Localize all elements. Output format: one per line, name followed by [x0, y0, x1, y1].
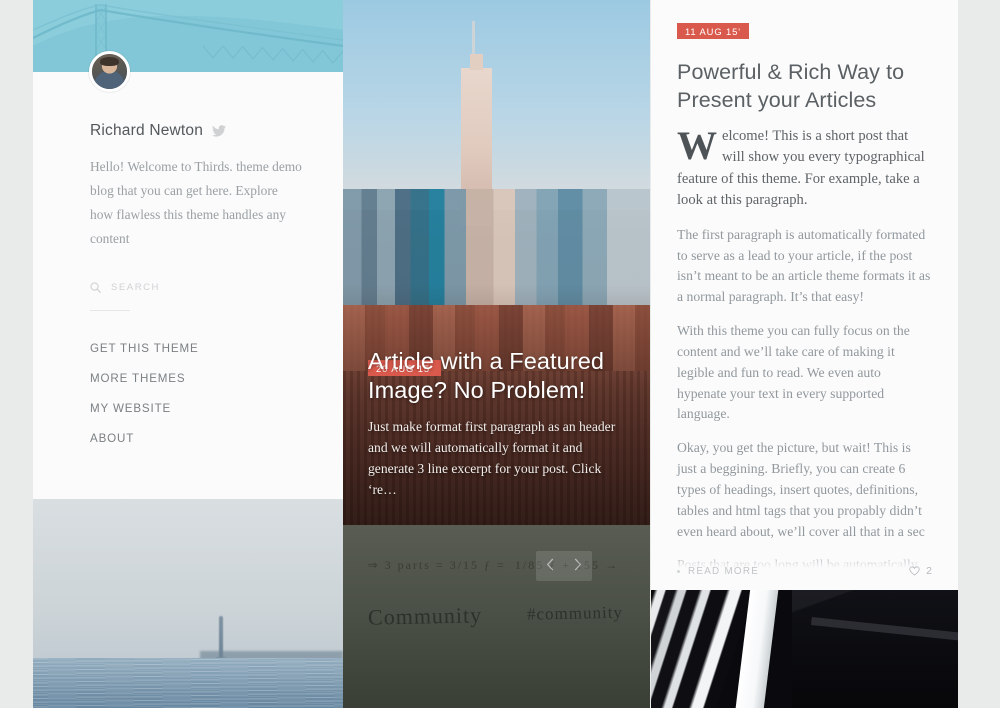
featured-post-card[interactable]: 20 AUG 15' Article with a Featured Image… [343, 0, 650, 525]
chevron-right-icon [574, 558, 582, 574]
article-card-footer: READ MORE 2 [651, 552, 958, 590]
like-group[interactable]: 2 [909, 565, 932, 577]
article-title[interactable]: Powerful & Rich Way to Present your Arti… [677, 59, 932, 114]
read-more-button[interactable]: READ MORE [677, 566, 759, 577]
sidebar-item-get-this-theme[interactable]: GET THIS THEME [90, 333, 343, 363]
photo-sky [33, 499, 343, 659]
chalkboard-photo[interactable]: ⇒ 3 parts = 3/15 ƒ = 1/85 ƒ + 155 → Comm… [343, 525, 650, 708]
profile-card: Richard Newton Hello! Welcome to Thirds.… [33, 51, 343, 500]
twitter-icon[interactable] [212, 125, 227, 137]
slider-next-button[interactable] [564, 551, 592, 581]
article-column: 11 AUG 15' Powerful & Rich Way to Presen… [651, 0, 958, 708]
sidebar-item-my-website[interactable]: MY WEBSITE [90, 393, 343, 423]
cover-photo [33, 0, 343, 72]
article-date-badge: 11 AUG 15' [677, 23, 749, 40]
bullet-icon [677, 569, 680, 573]
sidebar-item-about[interactable]: ABOUT [90, 423, 343, 453]
sidebar-column: Richard Newton Hello! Welcome to Thirds.… [33, 0, 343, 708]
photo-sea [33, 658, 343, 708]
city-sky [343, 0, 650, 210]
search-row [33, 250, 343, 296]
read-more-label: READ MORE [688, 565, 760, 577]
sidebar-item-more-themes[interactable]: MORE THEMES [90, 363, 343, 393]
featured-title[interactable]: Article with a Featured Image? No Proble… [368, 347, 628, 405]
like-count: 2 [926, 565, 932, 577]
profile-bio: Hello! Welcome to Thirds. theme demo blo… [90, 159, 302, 246]
search-icon [90, 282, 101, 294]
chevron-left-icon [546, 558, 554, 574]
featured-body: Article with a Featured Image? No Proble… [368, 347, 628, 501]
article-lead-paragraph: Welcome! This is a short post that will … [677, 123, 925, 209]
slider-nav [536, 551, 592, 581]
blog-page: Richard Newton Hello! Welcome to Thirds.… [0, 0, 1000, 708]
sidebar-nav: GET THIS THEME MORE THEMES MY WEBSITE AB… [33, 311, 343, 453]
article-paragraph-3: Okay, you get the picture, but wait! Thi… [677, 440, 925, 539]
avatar-hair [99, 56, 120, 66]
featured-excerpt: Just make format first paragraph as an h… [368, 418, 616, 497]
page-title: Richard Newton [90, 122, 204, 139]
chalkboard-equation-left: ⇒ 3 parts = 3/15 ƒ = [367, 557, 506, 572]
statue-of-liberty-photo[interactable] [33, 499, 343, 708]
search-input[interactable] [111, 280, 281, 296]
heart-icon [909, 566, 920, 576]
featured-column: 20 AUG 15' Article with a Featured Image… [343, 0, 650, 708]
article-paragraph-2: With this theme you can fully focus on t… [677, 323, 910, 422]
industrial-pipes-photo[interactable] [651, 590, 958, 708]
article-paragraph-1: The first paragraph is automatically for… [677, 226, 931, 305]
dark-region [792, 590, 958, 708]
article-card: 11 AUG 15' Powerful & Rich Way to Presen… [651, 0, 958, 590]
profile-name-row: Richard Newton [33, 72, 343, 140]
slider-prev-button[interactable] [536, 551, 564, 581]
statue-silhouette [219, 615, 223, 659]
avatar[interactable] [89, 51, 130, 92]
